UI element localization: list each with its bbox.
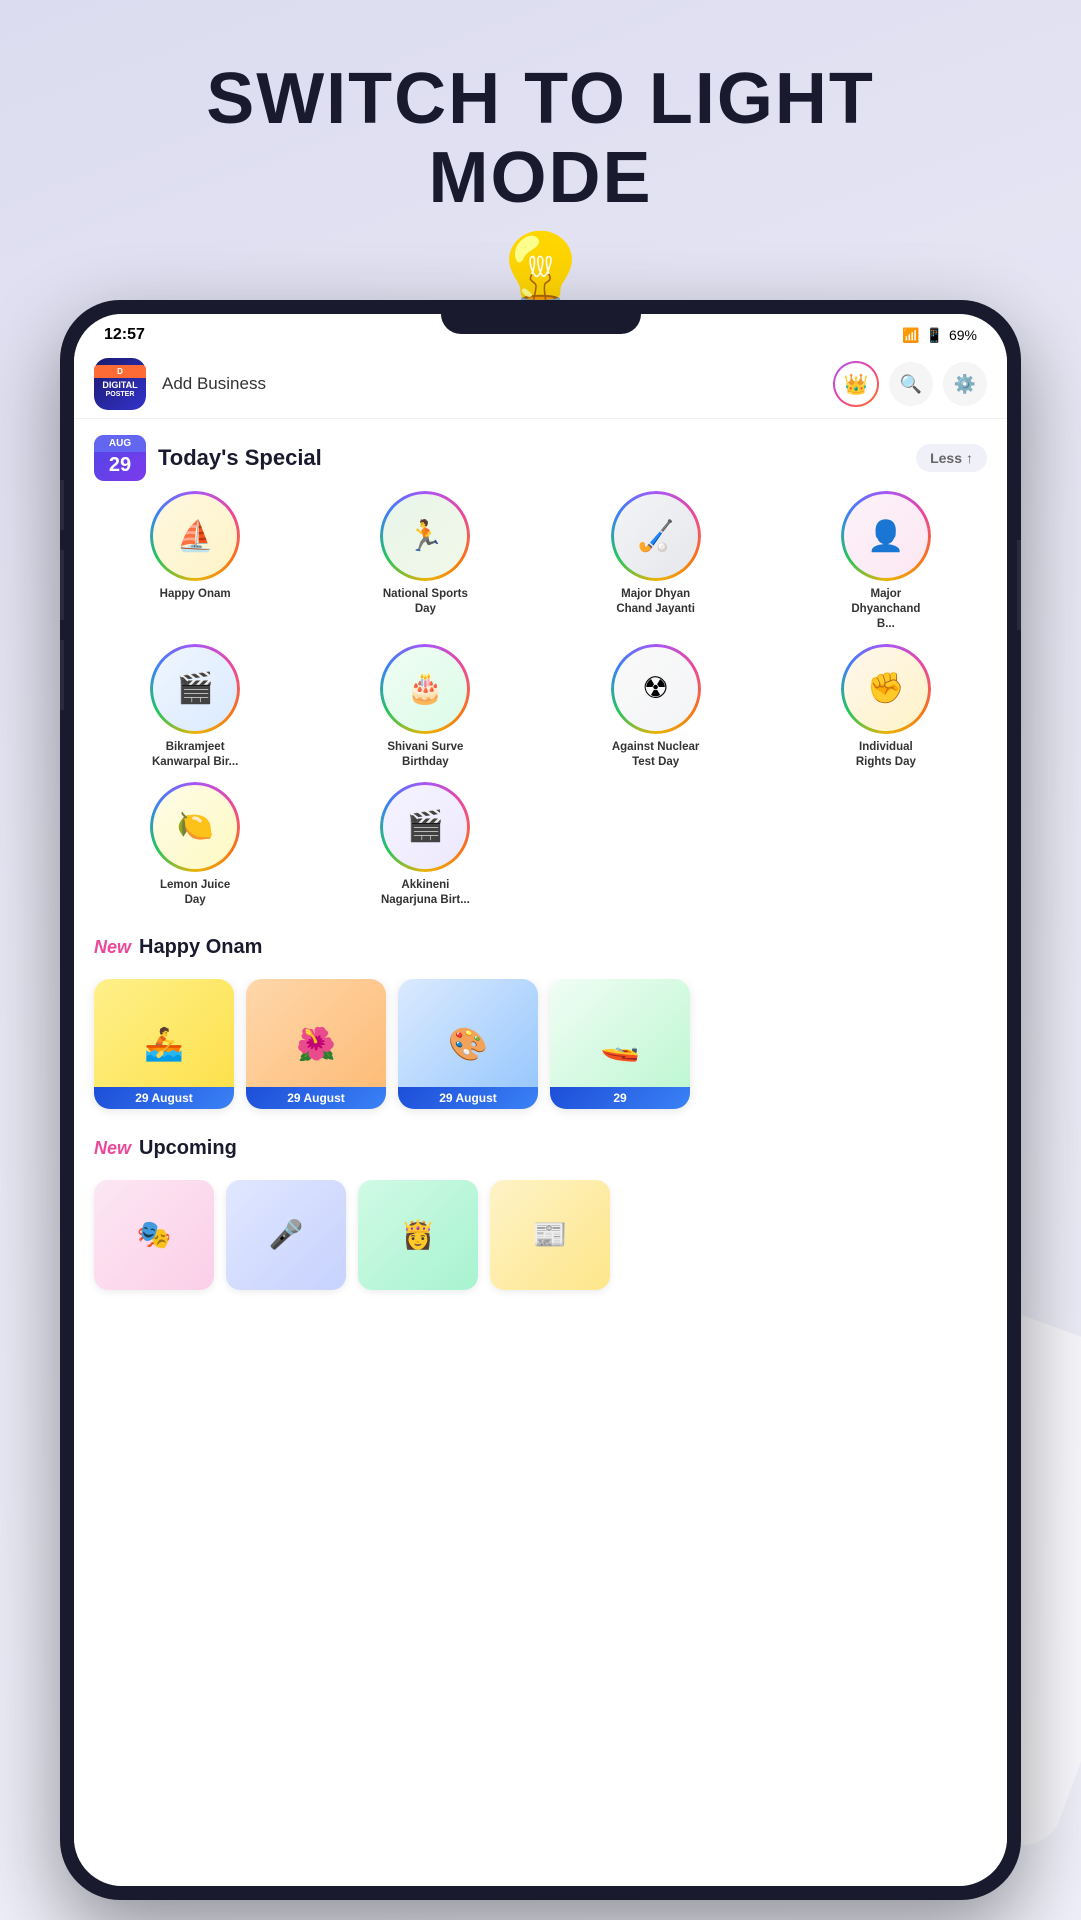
power-button[interactable] [1017,540,1021,630]
signal-icon: 📱 [926,327,943,344]
event-card[interactable]: 🚤 29 [550,979,690,1109]
item-label: Akkineni Nagarjuna Birt... [380,878,470,908]
upcoming-card[interactable]: 📰 [490,1180,610,1290]
event-card-date: 29 August [246,1087,386,1109]
upcoming-card[interactable]: 🎭 [94,1180,214,1290]
grid-item[interactable]: 🏑 Major Dhyan Chand Jayanti [547,491,765,632]
battery-text: 69% [949,327,977,343]
grid-item[interactable]: 🏃 National Sports Day [316,491,534,632]
grid-item[interactable]: 🍋 Lemon Juice Day [86,782,304,908]
grid-item[interactable]: 👤 Major Dhyanchand B... [777,491,995,632]
grid-item[interactable]: 🎂 Shivani Surve Birthday [316,644,534,770]
upcoming-new-label: New Upcoming [94,1137,987,1160]
happy-onam-cards: 🚣 29 August 🌺 29 August 🎨 29 August 🚤 29 [74,979,1007,1125]
volume-down-button[interactable] [60,640,64,710]
date-month: AUG [94,435,146,452]
event-card[interactable]: 🚣 29 August [94,979,234,1109]
banner-line1: SWITCH TO LIGHT [0,60,1081,139]
item-label: Lemon Juice Day [150,878,240,908]
less-button[interactable]: Less ↑ [916,444,987,472]
phone-notch [441,300,641,334]
volume-mute-button[interactable] [60,480,64,530]
date-day: 29 [102,454,138,477]
todays-special-header: AUG 29 Today's Special Less ↑ [74,419,1007,491]
grid-item[interactable]: ✊ Individual Rights Day [777,644,995,770]
scroll-content[interactable]: AUG 29 Today's Special Less ↑ ⛵ Happy On… [74,419,1007,1871]
volume-up-button[interactable] [60,550,64,620]
upcoming-card[interactable]: 🎤 [226,1180,346,1290]
item-label: Against Nuclear Test Day [611,740,701,770]
grid-item[interactable]: 🎬 Akkineni Nagarjuna Birt... [316,782,534,908]
app-header: D DIGITAL POSTER Add Business 👑 🔍 ⚙️ [74,350,1007,419]
event-card[interactable]: 🎨 29 August [398,979,538,1109]
header-actions: 👑 🔍 ⚙️ [833,361,987,407]
item-label: Individual Rights Day [841,740,931,770]
upcoming-new-tag: New [94,1138,131,1159]
search-icon: 🔍 [900,374,922,395]
event-card-date: 29 [550,1087,690,1109]
new-label: New Happy Onam [94,936,987,959]
upcoming-title: Upcoming [139,1137,237,1160]
grid-item[interactable]: ⛵ Happy Onam [86,491,304,632]
upcoming-card-icon: 📰 [533,1218,568,1251]
settings-button[interactable]: ⚙️ [943,362,987,406]
item-label: Major Dhyan Chand Jayanti [611,587,701,617]
phone-frame: 12:57 📶 📱 69% D DIGITAL POSTER Add Busin… [60,300,1021,1900]
todays-special-title: Today's Special [158,445,322,471]
status-time: 12:57 [104,326,145,344]
event-card-date: 29 August [398,1087,538,1109]
items-grid: ⛵ Happy Onam 🏃 National Sports Day 🏑 Maj… [74,491,1007,924]
upcoming-cards: 🎭 🎤 👸 📰 [74,1180,1007,1306]
section-title-group: AUG 29 Today's Special [94,435,322,481]
event-card-date: 29 August [94,1087,234,1109]
search-button[interactable]: 🔍 [889,362,933,406]
item-label: Bikramjeet Kanwarpal Bir... [150,740,240,770]
crown-icon: 👑 [844,372,869,397]
banner-line2: MODE [0,139,1081,218]
grid-item[interactable]: 🎬 Bikramjeet Kanwarpal Bir... [86,644,304,770]
happy-onam-section: New Happy Onam [74,924,1007,979]
upcoming-card[interactable]: 👸 [358,1180,478,1290]
crown-button[interactable]: 👑 [833,361,879,407]
item-label: National Sports Day [380,587,470,617]
top-banner: SWITCH TO LIGHT MODE 💡 [0,60,1081,333]
wifi-icon: 📶 [902,327,919,344]
upcoming-section: New Upcoming [74,1125,1007,1180]
upcoming-card-icon: 🎤 [269,1218,304,1251]
upcoming-card-icon: 🎭 [137,1218,172,1251]
status-icons: 📶 📱 69% [902,327,977,344]
phone-screen: 12:57 📶 📱 69% D DIGITAL POSTER Add Busin… [74,314,1007,1886]
chevron-up-icon: ↑ [966,450,973,466]
item-label: Major Dhyanchand B... [841,587,931,632]
happy-onam-title: Happy Onam [139,936,262,959]
item-label: Shivani Surve Birthday [380,740,470,770]
grid-item[interactable]: ☢ Against Nuclear Test Day [547,644,765,770]
add-business-button[interactable]: Add Business [146,374,833,394]
upcoming-card-icon: 👸 [401,1218,436,1251]
event-card[interactable]: 🌺 29 August [246,979,386,1109]
app-logo: D DIGITAL POSTER [94,358,146,410]
item-label: Happy Onam [160,587,231,602]
new-tag: New [94,937,131,958]
settings-icon: ⚙️ [954,374,976,395]
date-badge: AUG 29 [94,435,146,481]
